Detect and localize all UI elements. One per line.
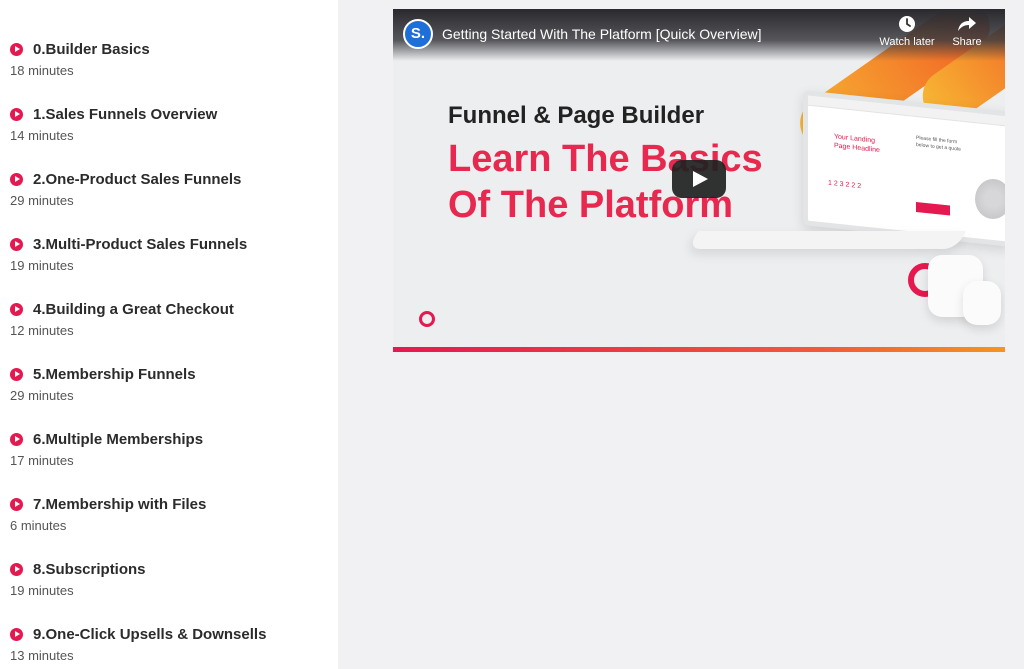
play-circle-icon bbox=[10, 237, 23, 251]
share-label: Share bbox=[952, 36, 982, 48]
share-arrow-icon bbox=[958, 17, 976, 31]
lesson-duration: 29 minutes bbox=[10, 388, 74, 403]
lesson-title: 7.Membership with Files bbox=[33, 495, 207, 513]
lesson-title: 5.Membership Funnels bbox=[33, 365, 196, 383]
promo-headline: Learn The Basics Of The Platform bbox=[448, 138, 763, 226]
video-player[interactable]: Your Landing Page Headline 1 2 3 2 2 2 P… bbox=[393, 9, 1005, 352]
play-circle-icon bbox=[10, 42, 23, 56]
play-circle-icon bbox=[10, 367, 23, 381]
lesson-duration: 12 minutes bbox=[10, 323, 74, 338]
laptop-mockup-base bbox=[687, 231, 967, 249]
play-circle-icon bbox=[10, 432, 23, 446]
watch-later-label: Watch later bbox=[879, 36, 935, 48]
lesson-item[interactable]: 0.Builder Basics 18 minutes bbox=[10, 38, 330, 78]
lesson-title: 0.Builder Basics bbox=[33, 40, 150, 58]
play-circle-icon bbox=[10, 302, 23, 316]
lesson-duration: 18 minutes bbox=[10, 63, 74, 78]
lesson-title: 1.Sales Funnels Overview bbox=[33, 105, 218, 123]
mock-page-headline: Your Landing Page Headline bbox=[834, 133, 880, 155]
decor-plant bbox=[975, 179, 1005, 219]
lesson-item[interactable]: 4.Building a Great Checkout 12 minutes bbox=[10, 298, 330, 338]
lesson-item[interactable]: 1.Sales Funnels Overview 14 minutes bbox=[10, 103, 330, 143]
channel-avatar[interactable]: S. bbox=[403, 19, 433, 49]
lesson-duration: 29 minutes bbox=[10, 193, 74, 208]
play-circle-icon bbox=[10, 627, 23, 641]
lesson-sidebar: 0.Builder Basics 18 minutes 1.Sales Funn… bbox=[0, 0, 338, 669]
clock-icon bbox=[899, 16, 915, 32]
lesson-title: 6.Multiple Memberships bbox=[33, 430, 204, 448]
lesson-item[interactable]: 9.One-Click Upsells & Downsells 13 minut… bbox=[10, 623, 330, 663]
lesson-duration: 14 minutes bbox=[10, 128, 74, 143]
lesson-item[interactable]: 2.One-Product Sales Funnels 29 minutes bbox=[10, 168, 330, 208]
mock-side-text: Please fill the form below to get a quot… bbox=[916, 134, 962, 153]
play-circle-icon bbox=[10, 562, 23, 576]
lesson-title: 3.Multi-Product Sales Funnels bbox=[33, 235, 248, 253]
lesson-title: 9.One-Click Upsells & Downsells bbox=[33, 625, 267, 643]
lesson-duration: 17 minutes bbox=[10, 453, 74, 468]
decor-speaker bbox=[963, 281, 1001, 325]
video-bottom-accent-bar bbox=[393, 347, 1005, 352]
lesson-item[interactable]: 7.Membership with Files 6 minutes bbox=[10, 493, 330, 533]
lesson-duration: 19 minutes bbox=[10, 258, 74, 273]
lesson-item[interactable]: 8.Subscriptions 19 minutes bbox=[10, 558, 330, 598]
lesson-duration: 13 minutes bbox=[10, 648, 74, 663]
laptop-mockup-screen: Your Landing Page Headline 1 2 3 2 2 2 P… bbox=[803, 90, 1005, 247]
lesson-title: 8.Subscriptions bbox=[33, 560, 146, 578]
mock-cta bbox=[916, 201, 950, 216]
lesson-item[interactable]: 6.Multiple Memberships 17 minutes bbox=[10, 428, 330, 468]
play-circle-icon bbox=[10, 497, 23, 511]
lesson-duration: 6 minutes bbox=[10, 518, 67, 533]
play-circle-icon bbox=[10, 107, 23, 121]
play-circle-icon bbox=[10, 172, 23, 186]
youtube-play-icon[interactable] bbox=[672, 160, 726, 198]
share-button[interactable]: Share bbox=[947, 15, 987, 48]
mock-counter: 1 2 3 2 2 2 bbox=[828, 179, 862, 191]
lesson-item[interactable]: 3.Multi-Product Sales Funnels 19 minutes bbox=[10, 233, 330, 273]
video-title[interactable]: Getting Started With The Platform [Quick… bbox=[442, 26, 762, 42]
promo-subtitle: Funnel & Page Builder bbox=[448, 102, 705, 129]
video-header: S. Getting Started With The Platform [Qu… bbox=[393, 9, 1005, 61]
lesson-duration: 19 minutes bbox=[10, 583, 74, 598]
lesson-title: 4.Building a Great Checkout bbox=[33, 300, 234, 318]
watch-later-button[interactable]: Watch later bbox=[877, 15, 937, 48]
decor-ring bbox=[419, 311, 435, 327]
lesson-title: 2.One-Product Sales Funnels bbox=[33, 170, 242, 188]
lesson-item[interactable]: 5.Membership Funnels 29 minutes bbox=[10, 363, 330, 403]
